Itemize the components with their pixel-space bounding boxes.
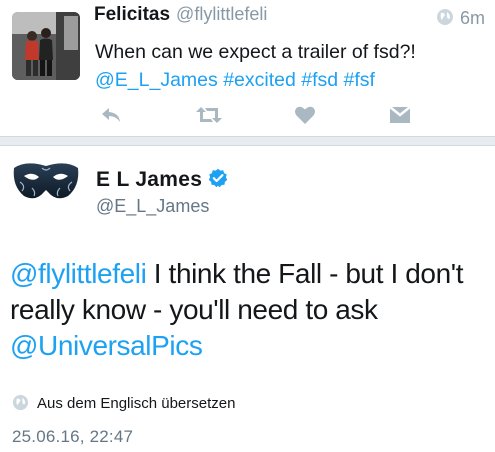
- globe-icon: [436, 8, 454, 31]
- direct-message-icon[interactable]: [387, 104, 413, 126]
- author-handle[interactable]: @E_L_James: [96, 196, 209, 217]
- reply-icon[interactable]: [98, 104, 124, 126]
- hashtag-link[interactable]: #fsf: [344, 69, 375, 91]
- author-handle[interactable]: @flylittlefeli: [176, 4, 267, 24]
- author-name[interactable]: Felicitas: [94, 4, 170, 25]
- translate-label[interactable]: Aus dem Englisch übersetzen: [37, 395, 235, 412]
- main-tweet-text: @flylittlefeli I think the Fall - but I …: [10, 256, 490, 364]
- time-ago: 6m: [459, 8, 485, 28]
- tweet-text: When can we expect a trailer of fsd?!: [95, 41, 416, 63]
- translate-link[interactable]: Aus dem Englisch übersetzen: [12, 394, 235, 415]
- avatar[interactable]: [12, 158, 80, 204]
- verified-badge-icon: [208, 168, 228, 193]
- like-icon[interactable]: [292, 104, 318, 126]
- globe-icon: [12, 394, 29, 415]
- mention-link[interactable]: @flylittlefeli: [10, 258, 147, 289]
- reply-tweet[interactable]: Felicitas @flylittlefeli 6m When can we e…: [0, 0, 495, 136]
- author-name[interactable]: E L James: [96, 168, 202, 191]
- main-author[interactable]: E L James: [96, 168, 228, 193]
- tweet-actions: [0, 104, 495, 130]
- mention-link[interactable]: @UniversalPics: [10, 330, 203, 361]
- mention-link[interactable]: @E_L_James: [95, 69, 218, 91]
- hashtag-link[interactable]: #fsd: [301, 69, 338, 91]
- reply-tweet-text: When can we expect a trailer of fsd?! @E…: [95, 38, 485, 94]
- avatar[interactable]: [12, 12, 80, 80]
- tweet-age: 6m: [436, 8, 485, 31]
- tweet-thread-screen: Felicitas @flylittlefeli 6m When can we e…: [0, 0, 495, 452]
- retweet-icon[interactable]: [194, 104, 224, 126]
- hashtag-link[interactable]: #excited: [223, 69, 296, 91]
- tweet-timestamp: 25.06.16, 22:47: [12, 427, 134, 446]
- reply-author[interactable]: Felicitas @flylittlefeli: [94, 4, 267, 34]
- divider: [0, 136, 495, 146]
